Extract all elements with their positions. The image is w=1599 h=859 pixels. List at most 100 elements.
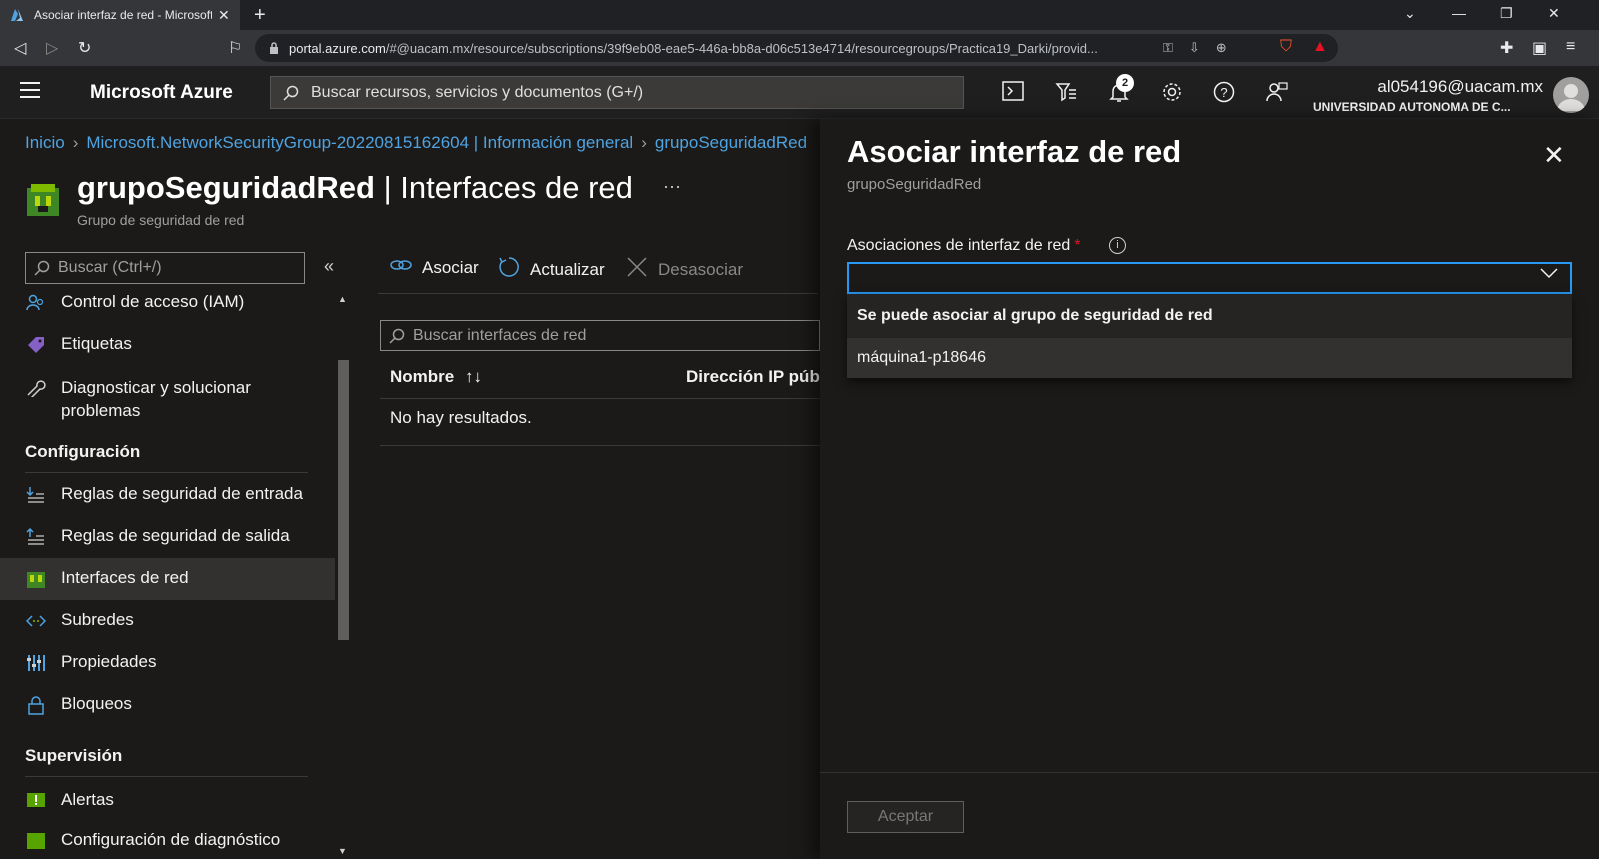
extensions-icon[interactable]: ✚ [1500,38,1513,58]
lock-icon [270,42,278,54]
forward-icon[interactable]: ▷ [46,38,58,58]
key-icon[interactable]: ⚿ [1163,40,1173,56]
more-options-button[interactable]: ··· [663,176,681,197]
section-divider [25,472,308,473]
browser-toolbar: ◁ ▷ ↻ ⚐ portal.azure.com/#@uacam.mx/reso… [0,30,1599,66]
browser-menu-icon[interactable]: ≡ [1566,38,1575,56]
collapse-nav-icon[interactable]: « [324,256,334,277]
sidebar-item-diagnostic-settings[interactable]: Configuración de diagnóstico [0,830,335,859]
close-icon [626,256,648,284]
browser-tab[interactable]: Asociar interfaz de red - Microsoft Azur… [0,0,240,30]
bookmark-icon[interactable]: ⚐ [228,38,242,58]
section-configuration: Configuración [25,442,141,461]
sidebar-item-alerts[interactable]: Alertas [0,790,335,826]
rewards-icon[interactable]: ▲ [1312,38,1328,56]
breadcrumb-nsg[interactable]: grupoSeguridadRed [655,133,807,152]
back-icon[interactable]: ◁ [14,38,26,58]
sidebar-item-network-interfaces[interactable]: Interfaces de red [0,558,335,600]
sort-icon[interactable]: ↑↓ [465,367,482,386]
sidebar-item-label: Propiedades [61,652,157,671]
nic-filter-input[interactable]: Buscar interfaces de red [380,320,820,351]
sidebar-item-inbound-rules[interactable]: Reglas de seguridad de entrada [0,484,335,520]
user-organization[interactable]: UNIVERSIDAD AUTONOMA DE C... [1313,100,1543,114]
sidebar-item-label: Etiquetas [61,334,132,353]
pane-footer-divider [820,772,1599,773]
browser-tab-strip: Asociar interfaz de red - Microsoft Azur… [0,0,1599,30]
zoom-icon[interactable]: ⊕ [1216,40,1227,56]
menu-icon[interactable] [20,82,40,98]
accept-button[interactable]: Aceptar [847,801,964,833]
scroll-up-icon[interactable]: ▲ [338,294,347,304]
feedback-icon[interactable] [1265,81,1289,105]
help-icon[interactable]: ? [1212,81,1236,105]
filter-placeholder: Buscar interfaces de red [413,326,587,344]
new-tab-icon[interactable]: + [254,4,266,27]
address-bar[interactable]: portal.azure.com/#@uacam.mx/resource/sub… [255,34,1338,62]
chevron-right-icon: › [72,133,79,152]
dropdown-option[interactable]: máquina1-p18646 [847,338,1572,378]
brand-title[interactable]: Microsoft Azure [90,82,233,104]
url-text: portal.azure.com/#@uacam.mx/resource/sub… [289,40,1098,56]
pane-subtitle: grupoSeguridadRed [847,176,982,193]
sidebar-item-properties[interactable]: Propiedades [0,652,335,688]
column-header-public-ip[interactable]: Dirección IP pública [686,367,820,387]
settings-gear-icon[interactable] [1160,81,1184,105]
close-pane-icon[interactable]: ✕ [1543,140,1565,171]
info-icon[interactable]: i [1109,237,1126,254]
tag-icon [25,334,47,356]
avatar[interactable] [1553,77,1589,113]
user-email[interactable]: al054196@uacam.mx [1377,77,1543,97]
subnet-icon [25,610,47,632]
alert-icon [25,790,47,812]
brave-shield-icon[interactable]: ⛉ [1280,38,1292,56]
sidebar-item-label: Reglas de seguridad de entrada [61,484,303,503]
nav-search-input[interactable]: Buscar (Ctrl+/) [25,252,305,284]
svg-text:?: ? [1220,85,1227,100]
sidebar-item-tags[interactable]: Etiquetas [0,334,335,370]
page-subtitle: Grupo de seguridad de red [77,212,245,228]
row-divider [380,445,820,446]
sidebar-item-diagnose[interactable]: Diagnosticar y solucionar problemas [0,376,335,426]
outbound-rules-icon [25,526,47,548]
dropdown-group-header: Se puede asociar al grupo de seguridad d… [857,307,1213,324]
search-icon [389,328,405,344]
resource-menu: Control de acceso (IAM) Etiquetas Diagno… [0,290,335,859]
global-search-input[interactable]: Buscar recursos, servicios y documentos … [270,76,964,109]
network-interface-icon [25,568,47,590]
nav-search-placeholder: Buscar (Ctrl+/) [58,259,162,276]
tab-search-icon[interactable]: ⌄ [1404,5,1416,22]
sidebar-item-outbound-rules[interactable]: Reglas de seguridad de salida [0,526,335,562]
sidebar-item-label: Reglas de seguridad de salida [61,526,290,545]
page-title: grupoSeguridadRed | Interfaces de red [77,170,633,205]
header-divider [380,398,820,399]
refresh-icon [498,256,520,284]
minimize-icon[interactable]: — [1452,5,1466,21]
refresh-button[interactable]: Actualizar [498,256,605,284]
link-icon [390,256,412,279]
column-header-name[interactable]: Nombre ↑↓ [390,367,482,387]
restore-icon[interactable]: ❐ [1500,5,1513,22]
nic-association-dropdown[interactable] [847,262,1572,294]
tab-close-icon[interactable]: ✕ [218,7,230,24]
wallet-icon[interactable]: ▣ [1532,38,1547,58]
diagnostic-settings-icon [25,830,47,852]
reload-icon[interactable]: ↻ [78,38,91,58]
breadcrumb-deployment[interactable]: Microsoft.NetworkSecurityGroup-202208151… [86,133,633,152]
nsg-resource-icon [25,182,61,218]
associate-button[interactable]: Asociar [390,256,479,279]
install-icon[interactable]: ⇩ [1189,40,1200,56]
search-placeholder: Buscar recursos, servicios y documentos … [311,83,644,101]
sidebar-item-subnets[interactable]: Subredes [0,610,335,646]
close-window-icon[interactable]: ✕ [1548,5,1560,22]
directory-filter-icon[interactable] [1054,81,1078,105]
tab-title: Asociar interfaz de red - Microsoft Azur… [34,8,212,22]
chevron-down-icon[interactable] [1539,264,1559,285]
scroll-down-icon[interactable]: ▼ [338,846,347,856]
scroll-thumb[interactable] [338,360,349,640]
disassociate-button[interactable]: Desasociar [626,256,743,284]
sidebar-item-label: Configuración de diagnóstico [61,830,281,849]
cloud-shell-icon[interactable] [1001,81,1025,105]
sidebar-item-locks[interactable]: Bloqueos [0,694,335,730]
breadcrumb-home[interactable]: Inicio [25,133,65,152]
sidebar-item-iam[interactable]: Control de acceso (IAM) [0,292,335,328]
